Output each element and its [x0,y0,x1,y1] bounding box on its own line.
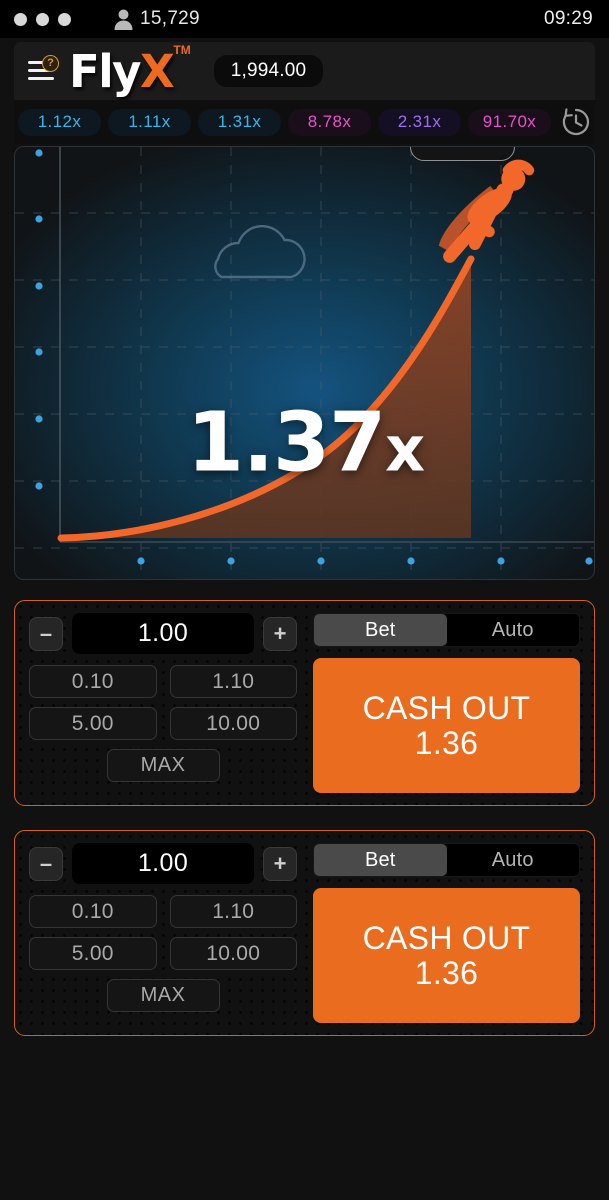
stake-input[interactable]: 1.00 [72,843,254,884]
quick-amount-button[interactable]: 10.00 [169,707,297,740]
cash-out-value: 1.36 [414,954,479,991]
tab-bet[interactable]: Bet [314,614,447,646]
history-chip[interactable]: 2.31x [378,108,461,136]
increment-button[interactable]: + [263,846,297,881]
increment-button[interactable]: + [263,616,297,651]
quick-amount-button[interactable]: 5.00 [29,937,157,970]
logo-text-x: X [140,44,175,98]
cash-out-label: CASH OUT [362,689,531,726]
history-chip[interactable]: 1.31x [198,108,281,136]
quick-amount-button[interactable]: 0.10 [29,665,157,698]
stake-input[interactable]: 1.00 [72,613,254,654]
stake-row: – 1.00 + [29,613,297,654]
quick-amount-grid: 0.10 1.10 5.00 10.00 [29,665,297,740]
stake-row: – 1.00 + [29,843,297,884]
app-logo: Fly X TM [69,43,191,98]
quick-amount-grid: 0.10 1.10 5.00 10.00 [29,895,297,970]
tab-auto[interactable]: Auto [447,614,580,646]
quick-amount-button[interactable]: 1.10 [169,895,297,928]
tab-bet[interactable]: Bet [314,844,447,876]
max-bet-button[interactable]: MAX [106,979,220,1012]
quick-amount-button[interactable]: 5.00 [29,707,157,740]
quick-amount-button[interactable]: 1.10 [169,665,297,698]
hamburger-help-icon[interactable]: ? [28,55,62,86]
game-chart: 1.37x [14,146,595,580]
help-badge: ? [42,55,59,72]
logo-trademark: TM [173,42,191,57]
history-chip[interactable]: 1.12x [18,108,101,136]
clock-history-icon[interactable] [560,106,592,138]
logo-text-fly: Fly [69,44,142,98]
tab-auto[interactable]: Auto [447,844,580,876]
quick-amount-button[interactable]: 10.00 [169,937,297,970]
bet-action-area: Bet Auto CASH OUT 1.36 [297,843,580,1023]
bet-mode-toggle: Bet Auto [313,613,580,647]
stake-controls: – 1.00 + 0.10 1.10 5.00 10.00 MAX [29,613,297,793]
decrement-button[interactable]: – [29,616,63,651]
three-dots-icon [14,12,71,26]
bet-mode-toggle: Bet Auto [313,843,580,877]
history-chip[interactable]: 8.78x [288,108,371,136]
app-header: ? Fly X TM 1,994.00 [14,42,595,100]
cash-out-label: CASH OUT [362,919,531,956]
online-count: 15,729 [140,8,200,29]
bet-action-area: Bet Auto CASH OUT 1.36 [297,613,580,793]
history-chip[interactable]: 91.70x [468,108,551,136]
quick-amount-button[interactable]: 0.10 [29,895,157,928]
chart-canvas [15,147,594,579]
cash-out-button[interactable]: CASH OUT 1.36 [313,658,580,793]
max-bet-button[interactable]: MAX [106,749,220,782]
history-chip[interactable]: 1.11x [108,108,191,136]
online-players: 15,729 [114,8,200,30]
balance-display[interactable]: 1,994.00 [213,55,324,87]
multiplier-history-bar: 1.12x 1.11x 1.31x 8.78x 2.31x 91.70x [14,100,595,144]
status-bar: 15,729 09:29 [0,0,609,38]
chart-top-notch [410,147,515,161]
clock-time: 09:29 [543,8,593,29]
decrement-button[interactable]: – [29,846,63,881]
cash-out-value: 1.36 [414,724,479,761]
bet-panel-2: – 1.00 + 0.10 1.10 5.00 10.00 MAX Bet Au… [14,830,595,1036]
bet-panel-1: – 1.00 + 0.10 1.10 5.00 10.00 MAX Bet Au… [14,600,595,806]
stake-controls: – 1.00 + 0.10 1.10 5.00 10.00 MAX [29,843,297,1023]
person-icon [114,9,133,30]
cash-out-button[interactable]: CASH OUT 1.36 [313,888,580,1023]
